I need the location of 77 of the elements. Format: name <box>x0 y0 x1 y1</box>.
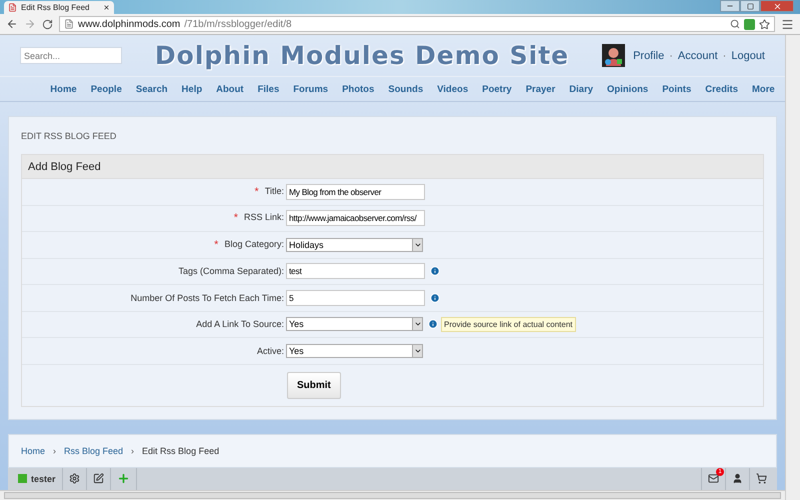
vertical-scrollbar[interactable] <box>785 35 800 500</box>
nav-link[interactable]: Search <box>128 84 175 94</box>
field-label: Active: <box>256 346 284 356</box>
back-icon[interactable] <box>6 18 18 30</box>
minimize-button[interactable] <box>720 0 740 12</box>
search-icon[interactable] <box>730 19 740 29</box>
nav-link[interactable]: Points <box>655 84 698 94</box>
horizontal-scrollbar[interactable] <box>0 490 785 500</box>
nav-link[interactable]: About <box>209 84 251 94</box>
info-icon[interactable] <box>430 266 440 276</box>
nav-link[interactable]: Prayer <box>518 84 562 94</box>
user-link[interactable]: Logout <box>731 50 765 62</box>
field-label: Blog Category: <box>224 238 284 251</box>
dropdown[interactable]: Yes <box>286 344 423 358</box>
maximize-icon <box>746 2 754 10</box>
settings-icon[interactable] <box>68 473 80 484</box>
search-field[interactable]: Search... <box>20 47 122 64</box>
nav-link[interactable]: Home <box>43 84 84 94</box>
nav-link[interactable]: Photos <box>335 84 382 94</box>
info-icon[interactable] <box>428 319 438 330</box>
nav-link[interactable]: Opinions <box>600 84 656 94</box>
breadcrumb-current: Edit Rss Blog Feed <box>142 446 220 456</box>
field-label: Tags (Comma Separated): <box>178 266 284 276</box>
breadcrumb-link[interactable]: Home <box>21 446 46 456</box>
info-icon[interactable] <box>430 292 440 303</box>
username[interactable]: tester <box>31 474 56 484</box>
cart-icon[interactable] <box>756 473 767 484</box>
close-icon[interactable] <box>103 4 110 11</box>
extension-icon[interactable] <box>744 18 755 30</box>
separator: · <box>669 50 673 62</box>
breadcrumb-link[interactable]: Rss Blog Feed <box>64 446 124 456</box>
required-mark: * <box>254 186 259 198</box>
nav-link[interactable]: Credits <box>698 84 745 94</box>
field-label: Number Of Posts To Fetch Each Time: <box>130 292 284 303</box>
breadcrumb-separator: › <box>53 446 56 456</box>
mail-icon[interactable] <box>708 473 719 484</box>
user-link[interactable]: Account <box>678 50 718 62</box>
browser-tab[interactable]: Edit Rss Blog Feed <box>4 1 114 14</box>
submit-button[interactable]: Submit <box>287 372 341 398</box>
close-icon <box>772 2 782 10</box>
star-icon[interactable] <box>759 18 770 30</box>
dropdown[interactable]: Yes <box>286 317 423 332</box>
page-title: EDIT RSS BLOG FEED <box>21 130 118 142</box>
required-mark: * <box>214 238 218 251</box>
menu-icon[interactable] <box>781 18 794 30</box>
field-label: RSS Link: <box>244 212 284 224</box>
text-field[interactable]: http://www.jamaicaobserver.com/rss/ <box>286 210 425 226</box>
text-field[interactable]: 5 <box>286 290 425 306</box>
text-field[interactable]: My Blog from the observer <box>286 184 425 200</box>
required-mark: * <box>234 212 238 224</box>
page-icon <box>8 3 17 12</box>
separator: · <box>722 50 726 62</box>
site-title: Dolphin Modules Demo Site <box>154 41 570 70</box>
page-icon <box>64 19 74 29</box>
dropdown[interactable]: Holidays <box>286 238 423 252</box>
text-field[interactable]: test <box>286 263 425 280</box>
user-icon[interactable] <box>732 473 743 484</box>
user-link[interactable]: Profile <box>633 50 664 62</box>
nav-link[interactable]: Diary <box>562 84 600 94</box>
field-label: Title: <box>264 186 284 198</box>
avatar-icon[interactable] <box>602 44 626 67</box>
nav-link[interactable]: Forums <box>286 84 336 94</box>
tooltip: Provide source link of actual content <box>441 316 576 332</box>
form-header: Add Blog Feed <box>22 155 763 179</box>
nav-link[interactable]: Videos <box>430 84 476 94</box>
nav-link[interactable]: Poetry <box>475 84 519 94</box>
reload-icon[interactable] <box>42 18 53 30</box>
maximize-button[interactable] <box>740 0 760 12</box>
nav-link[interactable]: People <box>84 84 129 94</box>
address-field[interactable]: www.dolphinmods.com /71b/m/rssblogger/edit/8 <box>59 16 775 32</box>
breadcrumb-separator: › <box>131 446 134 456</box>
edit-icon[interactable] <box>92 473 104 484</box>
nav-link[interactable]: Sounds <box>381 84 430 94</box>
nav-link[interactable]: Help <box>174 84 210 94</box>
nav-link[interactable]: More <box>744 84 782 94</box>
nav-link[interactable]: Files <box>250 84 286 94</box>
field-label: Add A Link To Source: <box>196 319 284 330</box>
